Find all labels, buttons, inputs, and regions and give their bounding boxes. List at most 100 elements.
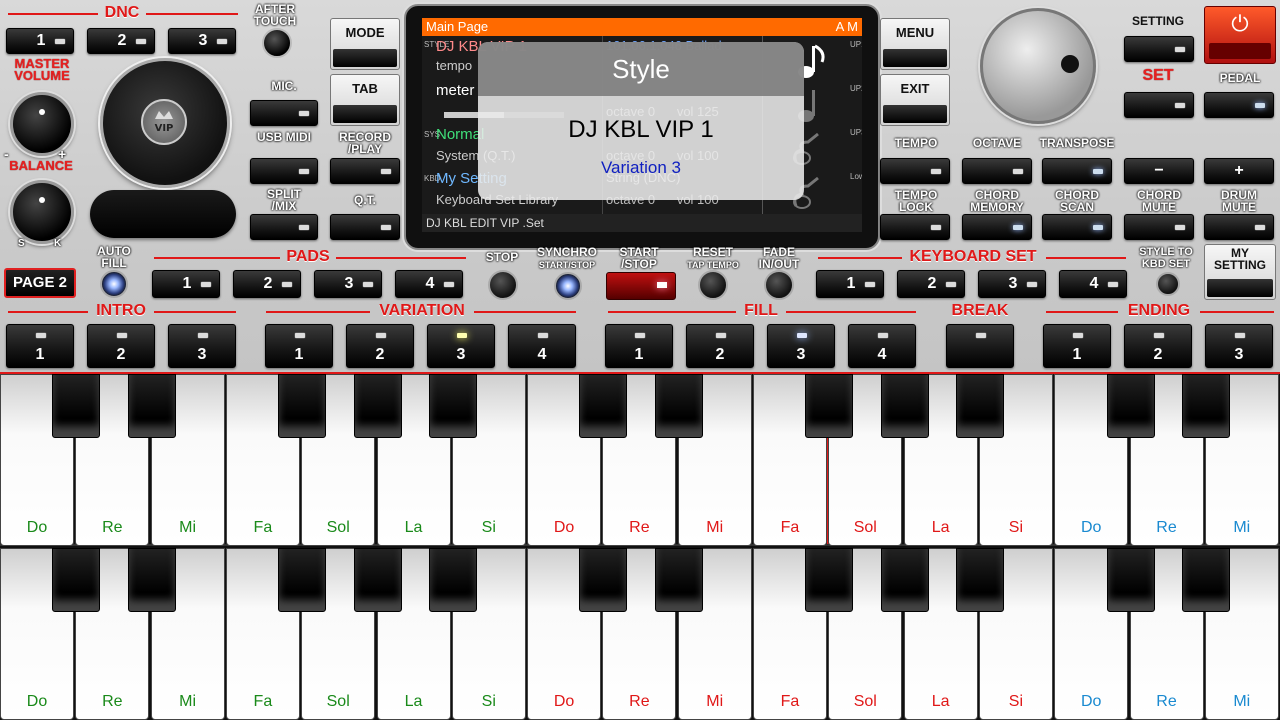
variation-4-button[interactable]: 4 <box>508 324 576 368</box>
intro-2-button[interactable]: 2 <box>87 324 155 368</box>
chord-memory-button[interactable] <box>962 214 1032 240</box>
break-button[interactable] <box>946 324 1014 368</box>
note-label: Do <box>553 519 575 536</box>
lower-black-key[interactable] <box>1181 548 1230 612</box>
upper-black-key[interactable] <box>579 374 628 438</box>
lower-black-key[interactable] <box>955 548 1004 612</box>
exit-button[interactable]: EXIT <box>880 74 950 126</box>
keyboard-set-2-button[interactable]: 2 <box>897 270 965 298</box>
intro-1-button[interactable]: 1 <box>6 324 74 368</box>
mic-button[interactable] <box>250 100 318 126</box>
fade-in-out-button[interactable] <box>764 270 794 300</box>
start-stop-button[interactable] <box>606 272 676 300</box>
dnc-button-3[interactable]: 3 <box>168 28 236 54</box>
note-label: La <box>931 693 950 710</box>
variation-2-button[interactable]: 2 <box>346 324 414 368</box>
pedal-button[interactable] <box>1204 92 1274 118</box>
pad-3-button[interactable]: 3 <box>314 270 382 298</box>
keyboard-set-1-button[interactable]: 1 <box>816 270 884 298</box>
lower-black-key[interactable] <box>654 548 703 612</box>
lower-black-key[interactable] <box>428 548 477 612</box>
data-dial-knob[interactable] <box>980 8 1096 124</box>
upper-black-key[interactable] <box>955 374 1004 438</box>
pad-2-button[interactable]: 2 <box>233 270 301 298</box>
lower-black-key[interactable] <box>805 548 854 612</box>
auto-fill-button[interactable] <box>100 270 128 298</box>
setting-button[interactable] <box>1124 36 1194 62</box>
octave-button[interactable] <box>962 158 1032 184</box>
mode-button[interactable]: MODE <box>330 18 400 70</box>
tempo-button[interactable] <box>880 158 950 184</box>
lower-black-key[interactable] <box>278 548 327 612</box>
note-label: Re <box>1156 693 1177 710</box>
upper-black-key[interactable] <box>52 374 101 438</box>
lower-black-key[interactable] <box>127 548 176 612</box>
upper-black-key[interactable] <box>428 374 477 438</box>
page-2-button[interactable]: PAGE 2 <box>4 268 76 298</box>
power-button[interactable]: ⏻ <box>1204 6 1276 64</box>
tab-button[interactable]: TAB <box>330 74 400 126</box>
record-play-button[interactable] <box>330 158 400 184</box>
ending-3-button[interactable]: 3 <box>1205 324 1273 368</box>
fill-3-button[interactable]: 3 <box>767 324 835 368</box>
lower-black-key[interactable] <box>579 548 628 612</box>
set-label: SET <box>1142 67 1174 84</box>
fill-1-button[interactable]: 1 <box>605 324 673 368</box>
split-mix-button[interactable] <box>250 214 318 240</box>
ending-2-button[interactable]: 2 <box>1124 324 1192 368</box>
transpose-minus-button[interactable]: − <box>1124 158 1194 184</box>
variation-1-button[interactable]: 1 <box>265 324 333 368</box>
upper-black-key[interactable] <box>1181 374 1230 438</box>
set-button[interactable] <box>1124 92 1194 118</box>
stop-button[interactable] <box>488 270 518 300</box>
screen-row-left: meter <box>436 82 475 99</box>
upper-black-key[interactable] <box>278 374 327 438</box>
drum-mute-button[interactable] <box>1204 214 1274 240</box>
keyboard-set-4-button[interactable]: 4 <box>1059 270 1127 298</box>
intro-line-right <box>154 311 236 313</box>
synchro-start-stop-button[interactable] <box>554 272 582 300</box>
upper-black-key[interactable] <box>805 374 854 438</box>
upper-black-key[interactable] <box>1106 374 1155 438</box>
usb-midi-button[interactable] <box>250 158 318 184</box>
tempo-lock-button[interactable] <box>880 214 950 240</box>
pitch-bend-strip[interactable] <box>90 190 236 238</box>
split-mix-label: SPLIT /MIX <box>266 187 301 213</box>
upper-black-key[interactable] <box>654 374 703 438</box>
pad-1-button[interactable]: 1 <box>152 270 220 298</box>
note-label: Sol <box>326 519 350 536</box>
reset-tap-tempo-button[interactable] <box>698 270 728 300</box>
lower-black-key[interactable] <box>880 548 929 612</box>
fill-2-button[interactable]: 2 <box>686 324 754 368</box>
intro-3-button[interactable]: 3 <box>168 324 236 368</box>
keyboard-set-3-button[interactable]: 3 <box>978 270 1046 298</box>
chord-scan-button[interactable] <box>1042 214 1112 240</box>
transpose-button[interactable] <box>1042 158 1112 184</box>
qt-button[interactable] <box>330 214 400 240</box>
synchro-sub-label: START/STOP <box>538 260 596 270</box>
chord-mute-button[interactable] <box>1124 214 1194 240</box>
lower-black-key[interactable] <box>1106 548 1155 612</box>
balance-knob[interactable] <box>10 180 74 244</box>
style-to-kbd-set-button[interactable] <box>1156 272 1180 296</box>
lower-black-key[interactable] <box>353 548 402 612</box>
ending-1-button[interactable]: 1 <box>1043 324 1111 368</box>
pads-label: PADS <box>286 248 330 265</box>
dnc-button-2[interactable]: 2 <box>87 28 155 54</box>
after-touch-button[interactable] <box>262 28 292 58</box>
pad-4-button[interactable]: 4 <box>395 270 463 298</box>
note-label: Do <box>1080 519 1102 536</box>
style-popup[interactable]: Style DJ KBL VIP 1 Variation 3 <box>478 42 804 200</box>
menu-button[interactable]: MENU <box>880 18 950 70</box>
fill-4-button[interactable]: 4 <box>848 324 916 368</box>
transpose-plus-button[interactable]: + <box>1204 158 1274 184</box>
upper-black-key[interactable] <box>127 374 176 438</box>
upper-black-key[interactable] <box>353 374 402 438</box>
variation-3-button[interactable]: 3 <box>427 324 495 368</box>
screen-title-right: A M <box>835 19 858 34</box>
jog-wheel[interactable]: VIP <box>100 58 230 188</box>
dnc-button-1[interactable]: 1 <box>6 28 74 54</box>
lower-black-key[interactable] <box>52 548 101 612</box>
upper-black-key[interactable] <box>880 374 929 438</box>
my-setting-button[interactable]: MY SETTING <box>1204 244 1276 300</box>
